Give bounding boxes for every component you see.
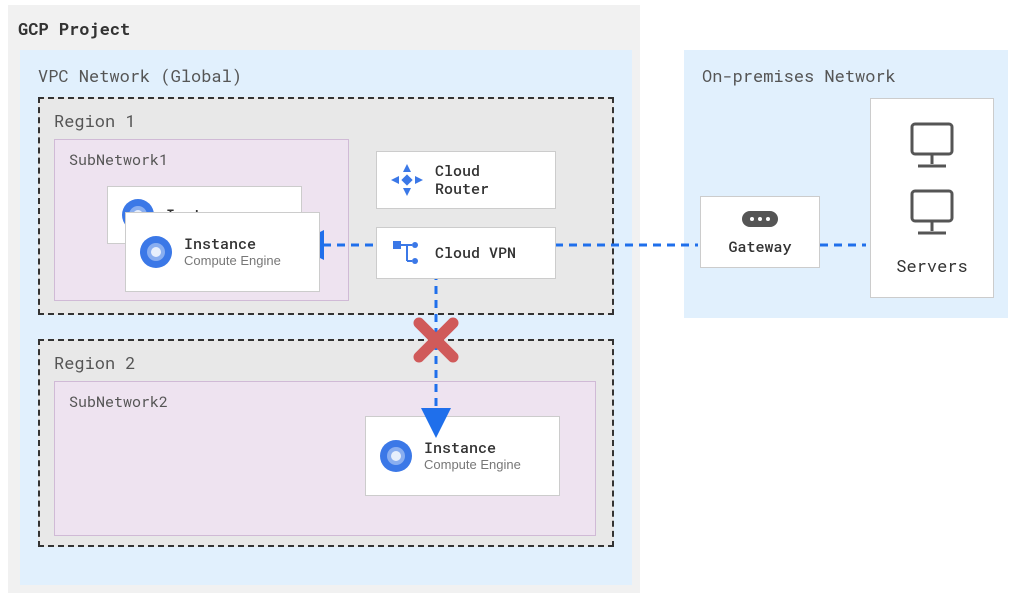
- region-2-title: Region 2: [40, 341, 612, 380]
- gcp-project-title: GCP Project: [18, 17, 630, 40]
- subnetwork-1-title: SubNetwork1: [55, 140, 348, 180]
- gateway-card: Gateway: [700, 196, 820, 268]
- gateway-icon: [740, 205, 780, 233]
- cloud-router-card: Cloud Router: [376, 151, 556, 209]
- region-2-container: Region 2 SubNetwork2 Instance Compute En…: [38, 339, 614, 547]
- servers-card: Servers: [870, 98, 994, 298]
- compute-engine-icon: [138, 234, 174, 270]
- cloud-vpn-card: Cloud VPN: [376, 227, 556, 279]
- instance-card-front: Instance Compute Engine: [125, 212, 320, 292]
- vpc-network-container: VPC Network (Global) Region 1 SubNetwork…: [20, 50, 632, 585]
- instance-card-region2: Instance Compute Engine: [365, 416, 560, 496]
- cloud-vpn-icon: [389, 235, 425, 271]
- servers-title: Servers: [896, 254, 967, 277]
- region-1-container: Region 1 SubNetwork1 Instance Instance C…: [38, 97, 614, 315]
- server-icon: [906, 187, 958, 242]
- instance-r2-sub: Compute Engine: [424, 457, 521, 473]
- region-1-title: Region 1: [40, 99, 612, 138]
- instance-front-title: Instance: [184, 235, 281, 253]
- cloud-router-icon: [389, 162, 425, 198]
- subnetwork-2-container: SubNetwork2 Instance Compute Engine: [54, 381, 596, 536]
- gateway-title: Gateway: [728, 237, 791, 257]
- vpc-network-title: VPC Network (Global): [38, 64, 614, 87]
- blocked-x-icon: [413, 317, 459, 363]
- instance-front-sub: Compute Engine: [184, 253, 281, 269]
- cloud-vpn-title: Cloud VPN: [435, 244, 516, 262]
- subnetwork-1-container: SubNetwork1 Instance Instance Compute En…: [54, 139, 349, 301]
- onprem-title: On-premises Network: [702, 64, 990, 87]
- server-icon: [906, 120, 958, 175]
- instance-r2-title: Instance: [424, 439, 521, 457]
- compute-engine-icon: [378, 438, 414, 474]
- cloud-router-title: Cloud Router: [435, 162, 543, 198]
